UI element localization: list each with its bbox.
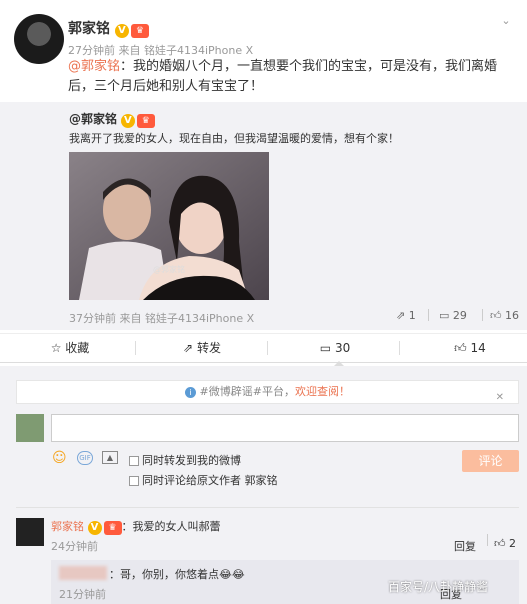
repost-text: 我离开了我爱的女人，现在自由，但我渴望温暖的爱情，想有个家！ <box>69 132 399 145</box>
author-line: 郭家铭 V ♛ <box>68 18 149 38</box>
post-time[interactable]: 27分钟前 <box>68 44 115 57</box>
option-comment-author-name: 郭家铭 <box>244 474 278 487</box>
vip-badge-icon: ♛ <box>136 114 155 128</box>
image-icon[interactable]: ▲ <box>102 451 118 464</box>
divider <box>482 309 483 321</box>
post-text: ：我的婚姻八个月，一直想要个我们的宝宝，可是没有，我们离婚后，三个月后她和别人有… <box>68 59 498 94</box>
site-watermark: 百家号/八卦静静酱 <box>388 580 489 594</box>
repost-icon: ⇗ <box>183 341 194 355</box>
like-count: 16 <box>505 309 519 322</box>
weibo-post-page: 郭家铭 V ♛ ⌄ 27分钟前 来自 铭娃子4134iPhone X @郭家铭：我… <box>0 0 527 604</box>
notice-text: #微博辟谣#平台， <box>199 385 295 398</box>
comment-input[interactable] <box>51 414 519 442</box>
rumor-notice: i #微博辟谣#平台，欢迎查阅！ ✕ <box>16 380 519 404</box>
my-avatar[interactable] <box>16 414 44 442</box>
like-count: 14 <box>470 341 486 355</box>
verified-icon: V <box>120 114 135 128</box>
repost-author-name[interactable]: @郭家铭 <box>69 112 117 126</box>
favorite-label: 收藏 <box>65 341 90 355</box>
post-source[interactable]: 铭娃子4134iPhone X <box>144 44 253 57</box>
option-repost[interactable]: 同时转发到我的微博 <box>129 452 241 468</box>
vip-badge-icon: ♛ <box>130 24 149 38</box>
source-prefix: 来自 <box>118 44 141 57</box>
comment-icon: ▭ <box>319 341 332 355</box>
sub-reply-text: ：哥，你别，你悠着点 <box>109 568 219 581</box>
like-icon: 👍︎ <box>454 341 467 355</box>
like-button[interactable]: 👍︎ 14 <box>448 334 492 362</box>
repost-count: 1 <box>408 309 416 322</box>
laugh-emoji-icon: 😂😂 <box>219 568 245 581</box>
option-comment-label: 同时评论给原文作者 <box>142 474 241 487</box>
gif-icon[interactable]: GIF <box>77 451 93 465</box>
source-prefix: 来自 <box>119 312 142 325</box>
comment-button[interactable]: ▭ 30 <box>310 334 360 362</box>
comment-like-count: 2 <box>509 537 516 550</box>
blurred-username <box>59 566 107 580</box>
divider <box>135 341 136 355</box>
comment-avatar[interactable] <box>16 518 44 546</box>
photo-image <box>69 152 269 300</box>
divider <box>487 534 488 546</box>
like-icon: 👍︎ <box>490 309 502 322</box>
repost-author: @郭家铭 V ♛ <box>69 110 155 128</box>
post-meta: 27分钟前 来自 铭娃子4134iPhone X <box>68 42 253 58</box>
repost-source[interactable]: 铭娃子4134iPhone X <box>145 312 254 325</box>
comment-author-checkbox[interactable] <box>129 476 139 486</box>
comment-text: ：我爱的女人叫郝蕾 <box>121 520 221 533</box>
sub-reply-time: 21分钟前 <box>59 588 106 601</box>
like-icon: 👍︎ <box>494 537 506 550</box>
repost-action-repost[interactable]: ⇗ 1 <box>396 309 416 322</box>
info-icon: i <box>185 387 197 398</box>
repost-meta: 37分钟前 来自 铭娃子4134iPhone X <box>69 310 254 326</box>
divider <box>399 341 400 355</box>
comment-count: 29 <box>452 309 467 322</box>
divider <box>267 341 268 355</box>
comment-reply-link[interactable]: 回复 <box>454 538 476 554</box>
close-icon[interactable]: ✕ <box>496 387 504 409</box>
option-repost-label: 同时转发到我的微博 <box>142 454 241 467</box>
emoji-icon[interactable]: ☺ <box>52 450 67 466</box>
comment-count: 30 <box>334 341 351 355</box>
repost-checkbox[interactable] <box>129 456 139 466</box>
verified-icon: V <box>114 24 129 38</box>
verified-icon: V <box>87 521 102 535</box>
author-avatar[interactable] <box>14 14 64 64</box>
photo-watermark: @郭家铭 <box>153 265 185 274</box>
repost-icon: ⇗ <box>396 309 406 322</box>
action-bar: ☆ 收藏 ⇗ 转发 ▭ 30 👍︎ 14 <box>0 333 527 363</box>
option-comment-author[interactable]: 同时评论给原文作者 郭家铭 <box>129 472 278 488</box>
vip-badge-icon: ♛ <box>103 521 122 535</box>
comment-time: 24分钟前 <box>51 540 98 553</box>
repost-button[interactable]: ⇗ 转发 <box>172 334 232 362</box>
divider <box>428 309 429 321</box>
comment-item: 郭家铭 V ♛ ：我爱的女人叫郝蕾 <box>51 518 221 535</box>
comment-author[interactable]: 郭家铭 <box>51 520 84 533</box>
divider <box>16 507 519 508</box>
favorite-button[interactable]: ☆ 收藏 <box>40 334 100 362</box>
repost-action-comment[interactable]: ▭ 29 <box>439 309 467 322</box>
author-name[interactable]: 郭家铭 <box>68 21 110 37</box>
repost-action-like[interactable]: 👍︎ 16 <box>490 309 519 322</box>
submit-comment-button[interactable]: 评论 <box>462 450 519 472</box>
mention-link[interactable]: @郭家铭 <box>68 59 120 74</box>
repost-time[interactable]: 37分钟前 <box>69 312 116 325</box>
star-icon: ☆ <box>50 341 62 355</box>
comment-like-button[interactable]: 👍︎ 2 <box>494 537 516 550</box>
notice-link[interactable]: 欢迎查阅！ <box>295 385 350 398</box>
repost-photo[interactable]: @郭家铭 <box>69 152 269 300</box>
repost-label: 转发 <box>196 341 221 355</box>
post-content: @郭家铭：我的婚姻八个月，一直想要个我们的宝宝，可是没有，我们离婚后，三个月后她… <box>68 57 518 97</box>
comment-icon: ▭ <box>439 309 450 322</box>
sub-reply-line: ：哥，你别，你悠着点😂😂 <box>109 566 245 582</box>
chevron-down-icon[interactable]: ⌄ <box>499 14 513 28</box>
